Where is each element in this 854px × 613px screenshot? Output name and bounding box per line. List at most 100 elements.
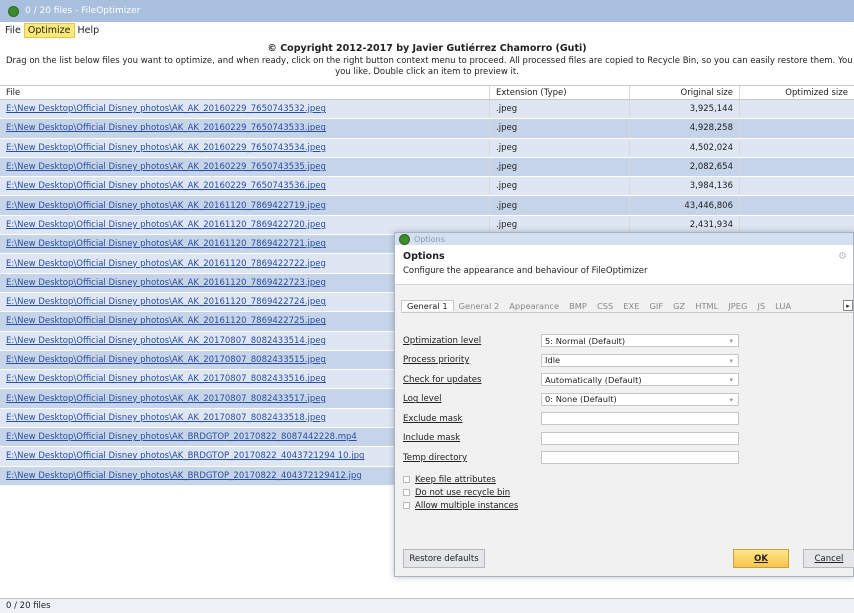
extension-cell: .jpeg xyxy=(489,177,629,196)
instructions-text: Drag on the list below files you want to… xyxy=(6,56,854,66)
field-dropdown[interactable]: Idle ▾ xyxy=(541,353,739,367)
instructions-text-2: you like. Double click an item to previe… xyxy=(335,67,519,77)
tab-jpeg[interactable]: JPEG xyxy=(723,301,752,311)
dialog-header: Options Configure the appearance and beh… xyxy=(395,245,853,285)
extension-cell: .jpeg xyxy=(489,196,629,215)
field-input[interactable] xyxy=(541,431,739,445)
field-row: Exclude mask xyxy=(403,409,843,429)
table-row[interactable]: E:\New Desktop\Official Disney photos\AK… xyxy=(0,157,854,178)
field-row: Optimization level 5: Normal (Default) ▾ xyxy=(403,331,843,351)
field-label: Optimization level xyxy=(403,335,482,346)
chevron-down-icon: ▾ xyxy=(729,376,733,385)
tab-appearance[interactable]: Appearance xyxy=(504,301,564,311)
cancel-button[interactable]: Cancel xyxy=(803,549,854,568)
tab-html[interactable]: HTML xyxy=(690,301,723,311)
tab-css[interactable]: CSS xyxy=(592,301,618,311)
title-bar: 0 / 20 files - FileOptimizer xyxy=(0,0,854,22)
table-row[interactable]: E:\New Desktop\Official Disney photos\AK… xyxy=(0,177,854,197)
tab-exe[interactable]: EXE xyxy=(618,301,644,311)
file-path-cell: E:\New Desktop\Official Disney photos\AK… xyxy=(6,162,326,173)
field-label: Exclude mask xyxy=(403,413,463,424)
settings-icon: ⚙ xyxy=(838,251,847,262)
column-header-original-size[interactable]: Original size xyxy=(629,86,739,99)
tab-gz[interactable]: GZ xyxy=(668,301,690,311)
extension-cell: .jpeg xyxy=(489,157,629,177)
field-label: Temp directory xyxy=(403,452,468,463)
menu-bar: File Optimize Help xyxy=(0,22,854,38)
file-list-header: File Extension (Type) Original size Opti… xyxy=(0,86,854,100)
tab-lua[interactable]: LUA xyxy=(770,301,796,311)
extension-cell: .jpeg xyxy=(489,119,629,138)
field-row: Include mask xyxy=(403,429,843,449)
file-path-cell: E:\New Desktop\Official Disney photos\AK… xyxy=(6,200,326,211)
optimized-size-cell xyxy=(739,157,854,177)
original-size-cell: 2,082,654 xyxy=(629,157,739,177)
original-size-cell: 4,928,258 xyxy=(629,119,739,138)
file-path-cell: E:\New Desktop\Official Disney photos\AK… xyxy=(6,123,326,134)
checkbox[interactable] xyxy=(403,476,410,483)
column-header-optimized-size[interactable]: Optimized size xyxy=(739,86,854,99)
field-row: Temp directory xyxy=(403,448,843,468)
field-input[interactable] xyxy=(541,451,739,465)
table-row[interactable]: E:\New Desktop\Official Disney photos\AK… xyxy=(0,196,854,216)
table-row[interactable]: E:\New Desktop\Official Disney photos\AK… xyxy=(0,138,854,158)
copyright-text: © Copyright 2012-2017 by Javier Gutiérre… xyxy=(267,43,587,54)
optimized-size-cell xyxy=(739,100,854,119)
file-path-cell: E:\New Desktop\Official Disney photos\AK… xyxy=(6,142,326,153)
field-value: 0: None (Default) xyxy=(545,394,617,405)
checkbox-label: Allow multiple instances xyxy=(415,500,519,511)
restore-defaults-button[interactable]: Restore defaults xyxy=(403,549,485,568)
field-dropdown[interactable]: 5: Normal (Default) ▾ xyxy=(541,334,739,348)
field-row: Log level 0: None (Default) ▾ xyxy=(403,390,843,410)
menu-optimize[interactable]: Optimize xyxy=(23,22,75,38)
app-icon xyxy=(8,5,19,17)
chevron-down-icon: ▾ xyxy=(729,337,733,346)
field-input[interactable] xyxy=(541,412,739,426)
ok-button[interactable]: OK xyxy=(733,549,789,568)
field-label: Check for updates xyxy=(403,374,482,385)
window-title: 0 / 20 files - FileOptimizer xyxy=(25,6,141,16)
dialog-title: Options xyxy=(414,234,445,244)
field-dropdown[interactable]: 0: None (Default) ▾ xyxy=(541,392,739,406)
table-row[interactable]: E:\New Desktop\Official Disney photos\AK… xyxy=(0,119,854,139)
original-size-cell: 43,446,806 xyxy=(629,196,739,215)
file-path-cell: E:\New Desktop\Official Disney photos\AK… xyxy=(6,104,326,115)
original-size-cell: 4,502,024 xyxy=(629,138,739,157)
tab-scroll-right-icon[interactable]: ▸ xyxy=(843,300,853,311)
column-header-file[interactable]: File xyxy=(0,86,489,99)
column-header-extension[interactable]: Extension (Type) xyxy=(489,86,629,99)
optimized-size-cell xyxy=(739,177,854,196)
options-form: Optimization level 5: Normal (Default) ▾ Pr… xyxy=(403,331,843,468)
field-dropdown[interactable]: Automatically (Default) ▾ xyxy=(541,373,739,387)
checkbox-label: Do not use recycle bin xyxy=(415,487,511,498)
menu-help[interactable]: Help xyxy=(75,24,103,37)
checkbox[interactable] xyxy=(403,489,410,496)
optimized-size-cell xyxy=(739,119,854,138)
dialog-subheading: Configure the appearance and behaviour o… xyxy=(403,266,648,276)
checkbox[interactable] xyxy=(403,502,410,509)
tab-bmp[interactable]: BMP xyxy=(564,301,592,311)
checkbox-label: Keep file attributes xyxy=(415,474,496,485)
optimized-size-cell xyxy=(739,196,854,215)
field-label: Log level xyxy=(403,394,442,405)
checkbox-row[interactable]: Keep file attributes xyxy=(403,473,518,486)
checkbox-row[interactable]: Do not use recycle bin xyxy=(403,486,518,499)
tab-general-1[interactable]: General 1 xyxy=(401,300,454,311)
field-value: Automatically (Default) xyxy=(545,374,642,385)
optimized-size-cell xyxy=(739,138,854,157)
tab-general-2[interactable]: General 2 xyxy=(454,301,505,311)
tab-js[interactable]: JS xyxy=(752,301,770,311)
checkbox-row[interactable]: Allow multiple instances xyxy=(403,499,518,512)
original-size-cell: 3,984,136 xyxy=(629,177,739,196)
dialog-title-bar: Options xyxy=(395,233,853,245)
field-row: Check for updates Automatically (Default)… xyxy=(403,370,843,390)
field-value: Idle xyxy=(545,355,561,366)
dialog-app-icon xyxy=(399,233,410,245)
menu-file[interactable]: File xyxy=(2,24,24,37)
options-tabs: General 1 General 2 Appearance BMP CSS EXE GIF… xyxy=(401,299,853,313)
table-row[interactable]: E:\New Desktop\Official Disney photos\AK… xyxy=(0,100,854,120)
field-label: Process priority xyxy=(403,355,470,366)
extension-cell: .jpeg xyxy=(489,100,629,119)
tab-gif[interactable]: GIF xyxy=(644,301,668,311)
field-label: Include mask xyxy=(403,433,461,444)
